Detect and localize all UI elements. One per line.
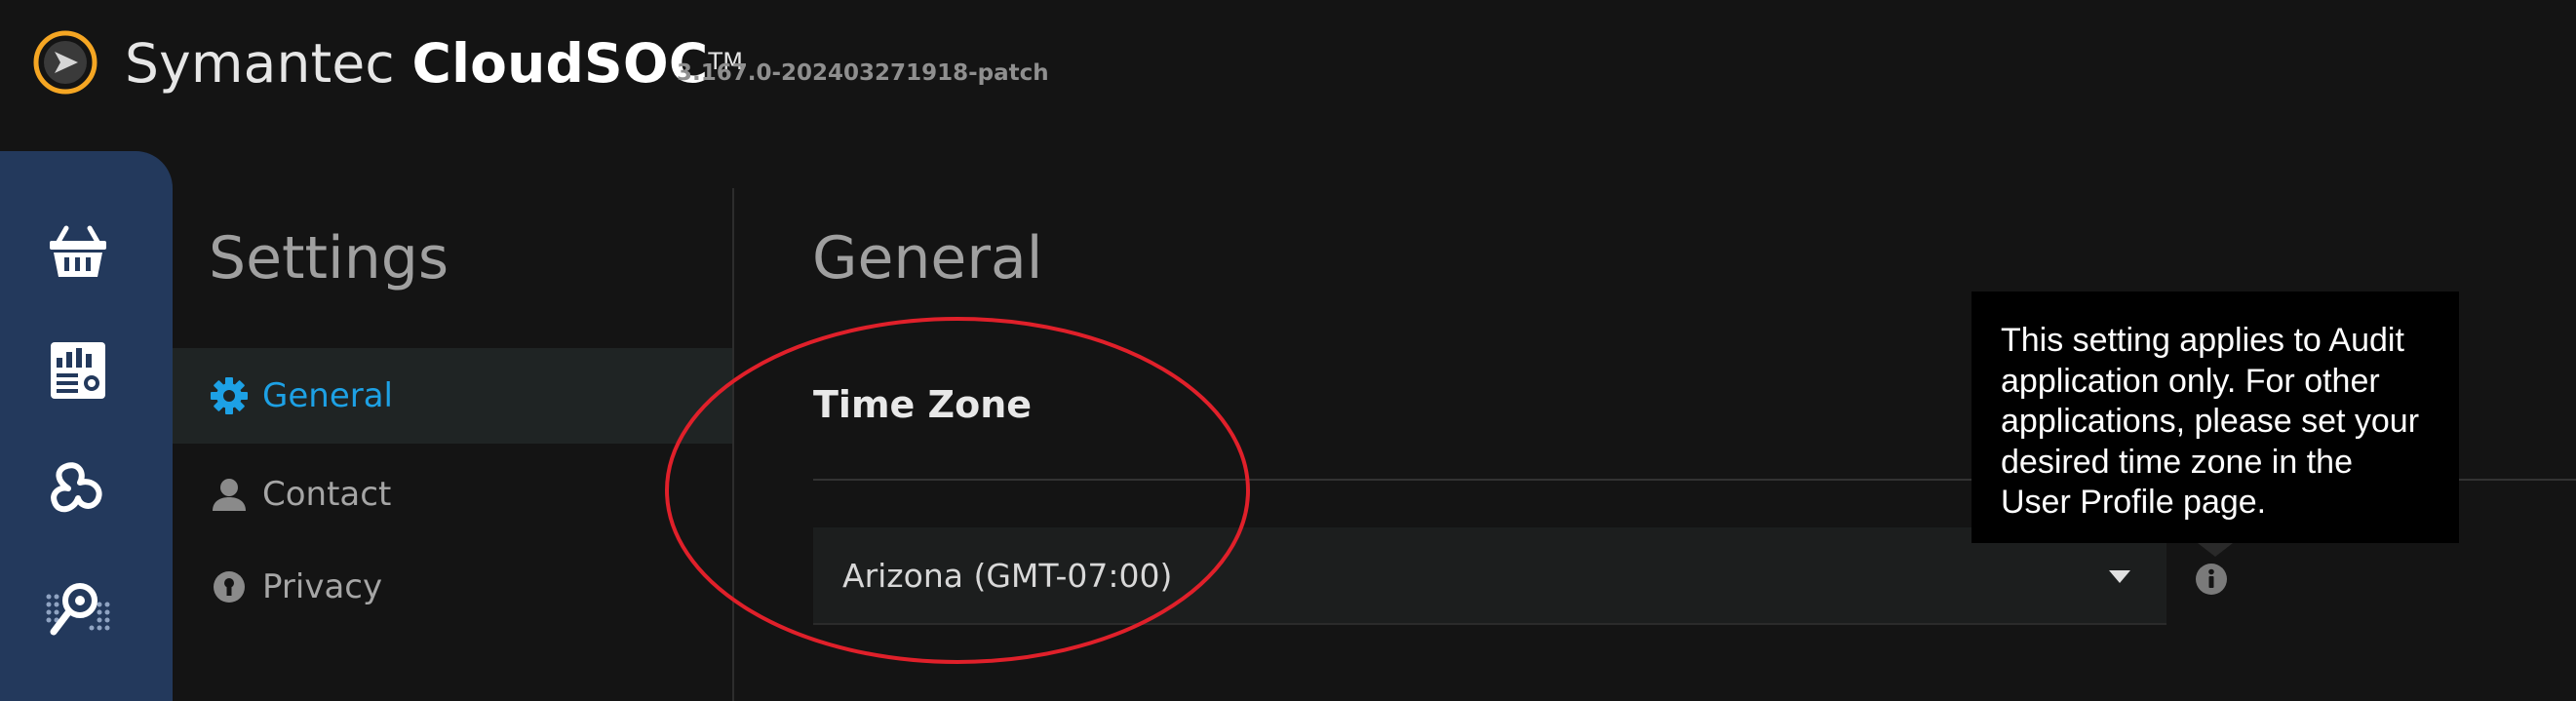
page-title: General xyxy=(812,224,1043,292)
symantec-logo-icon[interactable] xyxy=(33,30,98,95)
section-title-time-zone: Time Zone xyxy=(813,383,1033,426)
investigate-search-icon[interactable] xyxy=(43,575,113,645)
gear-icon xyxy=(211,377,248,414)
brand-title: Symantec CloudSOCTM xyxy=(125,27,743,99)
dashboard-report-icon[interactable] xyxy=(43,336,113,407)
sidebar-item-label: General xyxy=(262,376,393,415)
timezone-select-value: Arizona (GMT-07:00) xyxy=(842,556,1173,595)
sidebar-item-label: Contact xyxy=(262,475,392,514)
timezone-tooltip: This setting applies to Audit applicatio… xyxy=(1971,292,2459,543)
sidebar-item-contact[interactable]: Contact xyxy=(173,447,732,542)
sidebar-divider xyxy=(732,188,734,701)
caret-down-icon xyxy=(2109,570,2130,583)
info-icon[interactable] xyxy=(2195,563,2228,596)
sidebar-item-general[interactable]: General xyxy=(173,348,732,444)
brand-name: Symantec xyxy=(125,32,395,95)
sidebar-item-privacy[interactable]: Privacy xyxy=(173,539,732,635)
tooltip-line: User Profile page. xyxy=(2001,484,2267,521)
cloud-apps-icon[interactable] xyxy=(43,453,113,524)
tooltip-line: application only. For other xyxy=(2001,362,2380,400)
tooltip-line: This setting applies to Audit xyxy=(2001,322,2404,359)
lock-icon xyxy=(214,571,245,603)
tooltip-line: desired time zone in the xyxy=(2001,443,2353,481)
timezone-select[interactable]: Arizona (GMT-07:00) xyxy=(813,527,2166,625)
settings-title: Settings xyxy=(209,224,449,292)
page: Symantec CloudSOCTM 3.167.0-202403271918… xyxy=(0,0,2576,701)
product-name: CloudSOC xyxy=(411,32,709,95)
version-label: 3.167.0-202403271918-patch xyxy=(677,60,1049,86)
user-icon xyxy=(213,479,246,511)
basket-icon[interactable] xyxy=(43,214,113,285)
tooltip-arrow xyxy=(2198,543,2233,557)
app-rail xyxy=(0,151,173,701)
sidebar-item-label: Privacy xyxy=(262,567,383,606)
tooltip-line: applications, please set your xyxy=(2001,403,2420,440)
